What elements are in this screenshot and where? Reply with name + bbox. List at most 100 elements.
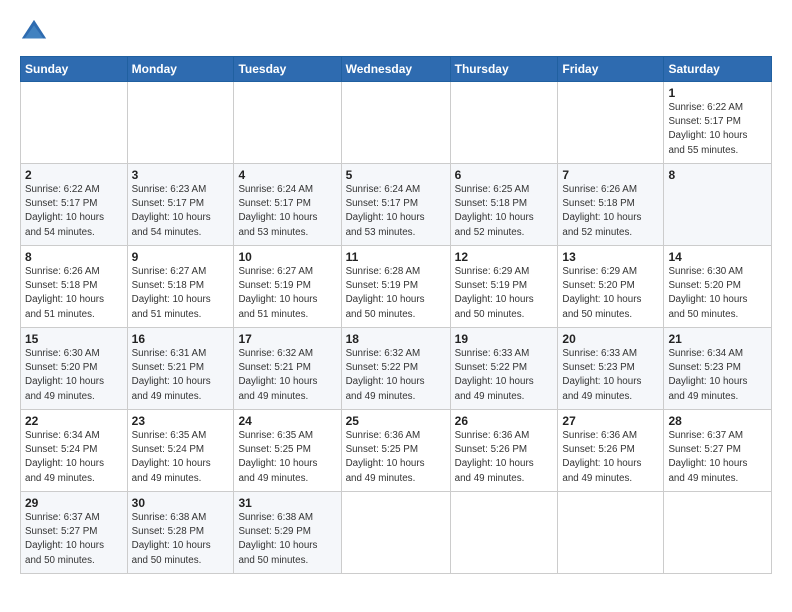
day-number: 29	[25, 496, 123, 510]
day-number: 17	[238, 332, 336, 346]
calendar-cell: 9Sunrise: 6:27 AM Sunset: 5:18 PM Daylig…	[127, 246, 234, 328]
day-number: 12	[455, 250, 554, 264]
calendar-week-1: 1Sunrise: 6:22 AM Sunset: 5:17 PM Daylig…	[21, 82, 772, 164]
day-number: 4	[238, 168, 336, 182]
calendar-cell: 24Sunrise: 6:35 AM Sunset: 5:25 PM Dayli…	[234, 410, 341, 492]
day-info: Sunrise: 6:29 AM Sunset: 5:19 PM Dayligh…	[455, 265, 554, 322]
day-number: 26	[455, 414, 554, 428]
col-header-saturday: Saturday	[664, 57, 772, 82]
calendar-cell: 20Sunrise: 6:33 AM Sunset: 5:23 PM Dayli…	[558, 328, 664, 410]
day-number: 9	[132, 250, 230, 264]
day-number: 8	[25, 250, 123, 264]
page: SundayMondayTuesdayWednesdayThursdayFrid…	[0, 0, 792, 612]
calendar-cell	[558, 492, 664, 574]
day-info: Sunrise: 6:29 AM Sunset: 5:20 PM Dayligh…	[562, 265, 659, 322]
day-info: Sunrise: 6:33 AM Sunset: 5:22 PM Dayligh…	[455, 347, 554, 404]
day-info: Sunrise: 6:23 AM Sunset: 5:17 PM Dayligh…	[132, 183, 230, 240]
calendar-cell: 17Sunrise: 6:32 AM Sunset: 5:21 PM Dayli…	[234, 328, 341, 410]
day-info: Sunrise: 6:34 AM Sunset: 5:24 PM Dayligh…	[25, 429, 123, 486]
day-number: 13	[562, 250, 659, 264]
day-info: Sunrise: 6:22 AM Sunset: 5:17 PM Dayligh…	[668, 101, 767, 158]
day-number: 1	[668, 86, 767, 100]
day-number: 20	[562, 332, 659, 346]
calendar-cell: 8Sunrise: 6:26 AM Sunset: 5:18 PM Daylig…	[21, 246, 128, 328]
day-number: 21	[668, 332, 767, 346]
calendar-cell	[558, 82, 664, 164]
header	[20, 18, 772, 46]
col-header-wednesday: Wednesday	[341, 57, 450, 82]
day-number: 2	[25, 168, 123, 182]
day-info: Sunrise: 6:33 AM Sunset: 5:23 PM Dayligh…	[562, 347, 659, 404]
day-number: 5	[346, 168, 446, 182]
calendar-cell	[341, 82, 450, 164]
day-info: Sunrise: 6:32 AM Sunset: 5:22 PM Dayligh…	[346, 347, 446, 404]
day-info: Sunrise: 6:28 AM Sunset: 5:19 PM Dayligh…	[346, 265, 446, 322]
calendar-cell: 6Sunrise: 6:25 AM Sunset: 5:18 PM Daylig…	[450, 164, 558, 246]
day-info: Sunrise: 6:37 AM Sunset: 5:27 PM Dayligh…	[25, 511, 123, 568]
col-header-thursday: Thursday	[450, 57, 558, 82]
calendar-week-3: 8Sunrise: 6:26 AM Sunset: 5:18 PM Daylig…	[21, 246, 772, 328]
col-header-sunday: Sunday	[21, 57, 128, 82]
col-header-friday: Friday	[558, 57, 664, 82]
calendar-cell	[127, 82, 234, 164]
day-info: Sunrise: 6:30 AM Sunset: 5:20 PM Dayligh…	[668, 265, 767, 322]
calendar-cell: 10Sunrise: 6:27 AM Sunset: 5:19 PM Dayli…	[234, 246, 341, 328]
day-number: 27	[562, 414, 659, 428]
day-number: 6	[455, 168, 554, 182]
day-number: 7	[562, 168, 659, 182]
day-info: Sunrise: 6:36 AM Sunset: 5:26 PM Dayligh…	[455, 429, 554, 486]
calendar-cell: 30Sunrise: 6:38 AM Sunset: 5:28 PM Dayli…	[127, 492, 234, 574]
calendar-cell: 3Sunrise: 6:23 AM Sunset: 5:17 PM Daylig…	[127, 164, 234, 246]
day-info: Sunrise: 6:38 AM Sunset: 5:29 PM Dayligh…	[238, 511, 336, 568]
calendar-cell: 22Sunrise: 6:34 AM Sunset: 5:24 PM Dayli…	[21, 410, 128, 492]
calendar-week-6: 29Sunrise: 6:37 AM Sunset: 5:27 PM Dayli…	[21, 492, 772, 574]
calendar-table: SundayMondayTuesdayWednesdayThursdayFrid…	[20, 56, 772, 574]
day-number: 16	[132, 332, 230, 346]
day-number: 19	[455, 332, 554, 346]
calendar-cell: 31Sunrise: 6:38 AM Sunset: 5:29 PM Dayli…	[234, 492, 341, 574]
calendar-cell	[21, 82, 128, 164]
day-info: Sunrise: 6:24 AM Sunset: 5:17 PM Dayligh…	[346, 183, 446, 240]
day-info: Sunrise: 6:24 AM Sunset: 5:17 PM Dayligh…	[238, 183, 336, 240]
day-info: Sunrise: 6:35 AM Sunset: 5:24 PM Dayligh…	[132, 429, 230, 486]
col-header-tuesday: Tuesday	[234, 57, 341, 82]
day-info: Sunrise: 6:26 AM Sunset: 5:18 PM Dayligh…	[562, 183, 659, 240]
calendar-week-2: 2Sunrise: 6:22 AM Sunset: 5:17 PM Daylig…	[21, 164, 772, 246]
day-number: 23	[132, 414, 230, 428]
day-info: Sunrise: 6:35 AM Sunset: 5:25 PM Dayligh…	[238, 429, 336, 486]
day-info: Sunrise: 6:27 AM Sunset: 5:19 PM Dayligh…	[238, 265, 336, 322]
calendar-cell: 2Sunrise: 6:22 AM Sunset: 5:17 PM Daylig…	[21, 164, 128, 246]
day-number: 8	[668, 168, 767, 182]
day-number: 14	[668, 250, 767, 264]
calendar-cell: 5Sunrise: 6:24 AM Sunset: 5:17 PM Daylig…	[341, 164, 450, 246]
calendar-cell: 16Sunrise: 6:31 AM Sunset: 5:21 PM Dayli…	[127, 328, 234, 410]
calendar-cell: 21Sunrise: 6:34 AM Sunset: 5:23 PM Dayli…	[664, 328, 772, 410]
day-info: Sunrise: 6:36 AM Sunset: 5:26 PM Dayligh…	[562, 429, 659, 486]
day-number: 30	[132, 496, 230, 510]
day-info: Sunrise: 6:32 AM Sunset: 5:21 PM Dayligh…	[238, 347, 336, 404]
day-info: Sunrise: 6:26 AM Sunset: 5:18 PM Dayligh…	[25, 265, 123, 322]
day-number: 25	[346, 414, 446, 428]
day-info: Sunrise: 6:27 AM Sunset: 5:18 PM Dayligh…	[132, 265, 230, 322]
calendar-cell	[234, 82, 341, 164]
calendar-cell: 13Sunrise: 6:29 AM Sunset: 5:20 PM Dayli…	[558, 246, 664, 328]
col-header-monday: Monday	[127, 57, 234, 82]
day-number: 15	[25, 332, 123, 346]
day-number: 10	[238, 250, 336, 264]
calendar-cell: 8	[664, 164, 772, 246]
day-number: 18	[346, 332, 446, 346]
calendar-cell: 27Sunrise: 6:36 AM Sunset: 5:26 PM Dayli…	[558, 410, 664, 492]
day-info: Sunrise: 6:37 AM Sunset: 5:27 PM Dayligh…	[668, 429, 767, 486]
calendar-cell: 28Sunrise: 6:37 AM Sunset: 5:27 PM Dayli…	[664, 410, 772, 492]
logo-icon	[20, 18, 48, 46]
calendar-cell: 23Sunrise: 6:35 AM Sunset: 5:24 PM Dayli…	[127, 410, 234, 492]
calendar-cell: 11Sunrise: 6:28 AM Sunset: 5:19 PM Dayli…	[341, 246, 450, 328]
logo	[20, 18, 54, 46]
day-number: 11	[346, 250, 446, 264]
day-info: Sunrise: 6:22 AM Sunset: 5:17 PM Dayligh…	[25, 183, 123, 240]
day-info: Sunrise: 6:36 AM Sunset: 5:25 PM Dayligh…	[346, 429, 446, 486]
calendar-week-5: 22Sunrise: 6:34 AM Sunset: 5:24 PM Dayli…	[21, 410, 772, 492]
calendar-cell: 1Sunrise: 6:22 AM Sunset: 5:17 PM Daylig…	[664, 82, 772, 164]
calendar-cell: 25Sunrise: 6:36 AM Sunset: 5:25 PM Dayli…	[341, 410, 450, 492]
day-number: 22	[25, 414, 123, 428]
